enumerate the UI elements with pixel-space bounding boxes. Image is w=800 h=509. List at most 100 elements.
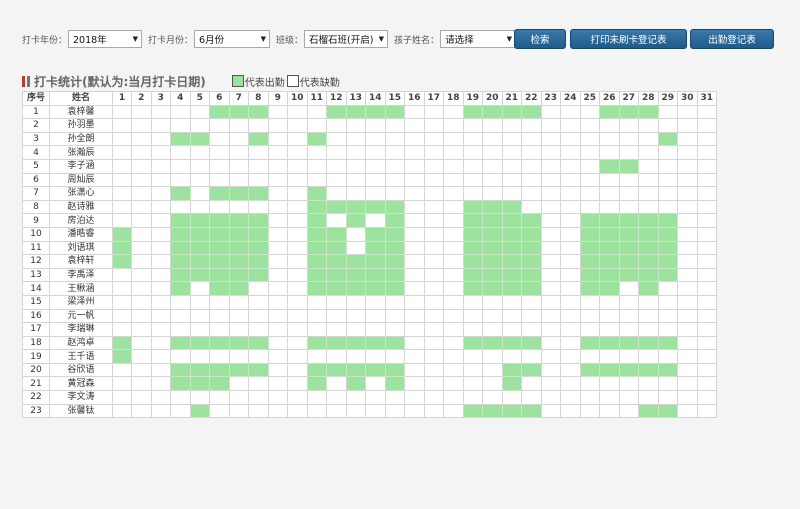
attendance-cell-present <box>365 104 386 120</box>
attendance-cell-present <box>170 240 191 256</box>
attendance-cell-present <box>501 376 522 392</box>
attendance-cell-absent <box>560 158 581 174</box>
attendance-cell-absent <box>599 349 620 364</box>
attendance-cell-absent <box>267 254 288 269</box>
attendance-cell-absent <box>677 294 698 310</box>
attendance-cell-absent <box>696 267 717 283</box>
attendance-cell-absent <box>287 186 308 201</box>
attendance-cell-absent <box>248 281 269 296</box>
attendance-cell-absent <box>170 294 191 310</box>
attendance-cell-present <box>482 213 503 228</box>
print-unswiped-button[interactable]: 打印未刷卡登记表 <box>570 29 687 49</box>
attendance-cell-present <box>599 226 620 242</box>
attendance-cell-present <box>306 335 327 351</box>
attendance-cell-absent <box>540 335 561 351</box>
attendance-cell-absent <box>404 226 425 242</box>
attendance-cell-absent <box>599 186 620 201</box>
attendance-cell-present <box>657 335 678 351</box>
attendance-cell-present <box>170 226 191 242</box>
attendance-cell-absent <box>696 281 717 296</box>
attendance-cell-absent <box>345 131 366 147</box>
attendance-cell-absent <box>404 267 425 283</box>
attendance-cell-absent <box>326 403 347 419</box>
attendance-cell-absent <box>345 226 366 242</box>
row-index: 8 <box>22 199 50 215</box>
attendance-cell-absent <box>112 294 132 310</box>
attendance-cell-present <box>579 281 600 296</box>
attendance-cell-absent <box>287 267 308 283</box>
table-row: 10 潘晧睿 <box>22 226 717 242</box>
attendance-cell-absent <box>521 322 542 337</box>
attendance-register-button[interactable]: 出勤登记表 <box>690 29 774 49</box>
class-select-value: 石榴石班(开启) <box>309 35 374 46</box>
attendance-cell-absent <box>248 349 269 364</box>
attendance-cell-absent <box>306 390 327 405</box>
attendance-cell-absent <box>423 158 444 174</box>
class-select[interactable]: 石榴石班(开启) ▼ <box>304 30 389 48</box>
attendance-cell-absent <box>267 158 288 174</box>
attendance-cell-absent <box>540 131 561 147</box>
attendance-cell-absent <box>248 158 269 174</box>
attendance-cell-absent <box>540 403 561 419</box>
attendance-cell-absent <box>345 294 366 310</box>
row-index: 19 <box>22 349 50 364</box>
attendance-cell-present <box>306 213 327 228</box>
header-name: 姓名 <box>49 91 113 106</box>
attendance-cell-absent <box>228 199 249 215</box>
attendance-cell-absent <box>521 390 542 405</box>
attendance-cell-absent <box>696 308 717 324</box>
attendance-cell-absent <box>579 390 600 405</box>
attendance-cell-present <box>501 403 522 419</box>
search-button[interactable]: 检索 <box>514 29 566 49</box>
attendance-cell-present <box>599 158 620 174</box>
attendance-cell-absent <box>560 390 581 405</box>
child-select[interactable]: 请选择 ▼ <box>440 30 517 48</box>
attendance-cell-absent <box>521 376 542 392</box>
attendance-cell-absent <box>267 349 288 364</box>
header-day-21: 21 <box>501 91 522 106</box>
attendance-cell-absent <box>696 240 717 256</box>
attendance-cell-present <box>306 186 327 201</box>
attendance-cell-absent <box>599 376 620 392</box>
attendance-cell-absent <box>677 118 698 133</box>
attendance-cell-present <box>462 267 483 283</box>
attendance-cell-absent <box>131 349 152 364</box>
row-index: 17 <box>22 322 50 337</box>
attendance-cell-absent <box>287 104 308 120</box>
attendance-cell-absent <box>287 335 308 351</box>
table-row: 21 黄冠森 <box>22 376 717 392</box>
attendance-cell-absent <box>501 118 522 133</box>
row-index: 15 <box>22 294 50 310</box>
month-select[interactable]: 6月份 ▼ <box>194 30 271 48</box>
attendance-cell-present <box>345 254 366 269</box>
attendance-cell-absent <box>443 335 464 351</box>
attendance-cell-present <box>521 281 542 296</box>
attendance-cell-absent <box>404 145 425 160</box>
attendance-cell-absent <box>443 172 464 188</box>
attendance-cell-absent <box>170 172 191 188</box>
attendance-cell-absent <box>501 294 522 310</box>
row-index: 16 <box>22 308 50 324</box>
attendance-cell-absent <box>112 131 132 147</box>
student-name: 梁泽州 <box>49 294 113 310</box>
attendance-cell-present <box>579 226 600 242</box>
attendance-cell-absent <box>287 172 308 188</box>
attendance-cell-absent <box>326 308 347 324</box>
attendance-cell-absent <box>423 172 444 188</box>
attendance-cell-present <box>384 104 405 120</box>
attendance-cell-absent <box>131 186 152 201</box>
attendance-cell-absent <box>248 294 269 310</box>
attendance-cell-absent <box>638 186 659 201</box>
year-select[interactable]: 2018年 ▼ <box>68 30 143 48</box>
attendance-cell-absent <box>404 308 425 324</box>
attendance-cell-absent <box>638 172 659 188</box>
attendance-cell-absent <box>112 267 132 283</box>
attendance-cell-absent <box>150 376 171 392</box>
attendance-cell-present <box>638 403 659 419</box>
attendance-cell-present <box>170 335 191 351</box>
attendance-cell-absent <box>560 226 581 242</box>
attendance-cell-present <box>462 199 483 215</box>
attendance-cell-absent <box>150 145 171 160</box>
attendance-cell-absent <box>423 240 444 256</box>
attendance-cell-present <box>365 226 386 242</box>
